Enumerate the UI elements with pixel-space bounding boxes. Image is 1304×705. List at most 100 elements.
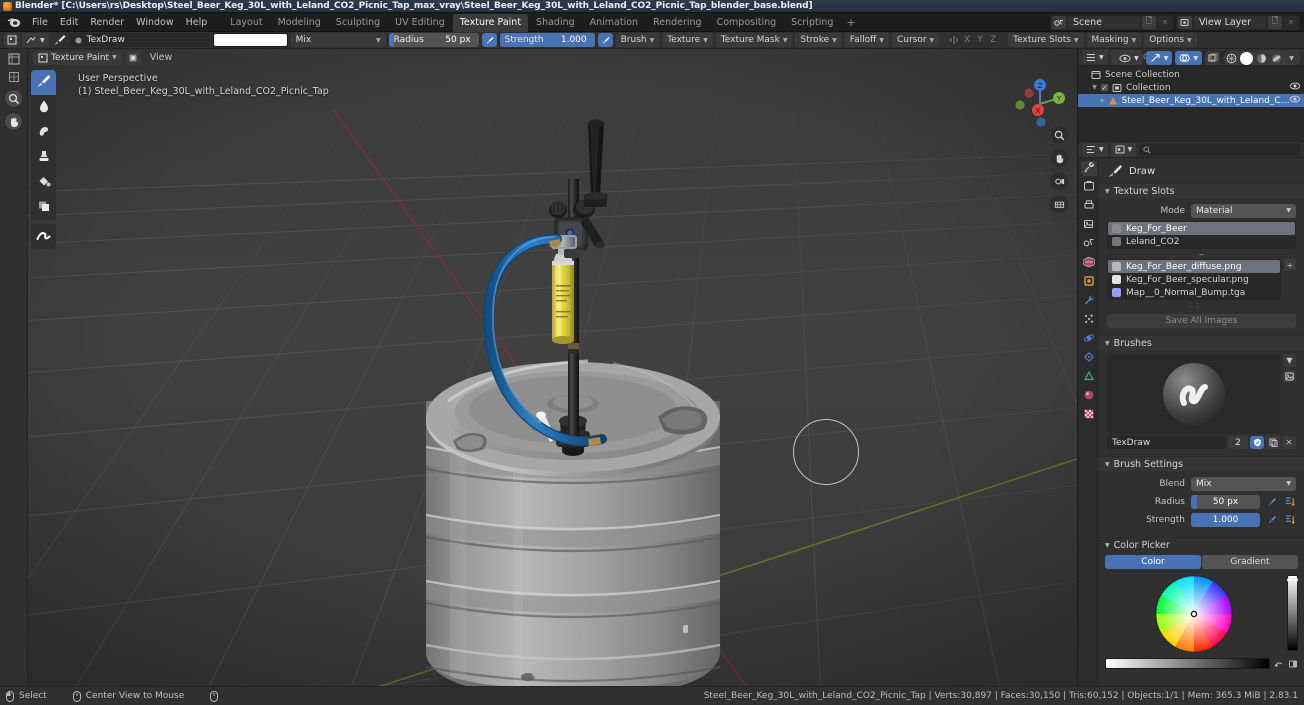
dropdown-falloff[interactable]: Falloff ▼ [844, 33, 889, 47]
outliner-editor-type-icon[interactable]: ▼ [1082, 50, 1108, 64]
add-workspace-button[interactable]: + [841, 13, 860, 32]
visibility-eye-icon[interactable] [1290, 95, 1300, 106]
symmetry-y-button[interactable]: Y [974, 33, 986, 47]
texture-slots-panel-header[interactable]: ▼ Texture Slots [1099, 183, 1304, 198]
mode-dropdown[interactable]: Material ▼ [1191, 203, 1296, 218]
color-value-slider[interactable] [1287, 575, 1298, 651]
tool-tab[interactable] [1080, 161, 1097, 176]
color-history-icon[interactable] [1287, 658, 1298, 669]
brush-preview[interactable] [1107, 354, 1280, 434]
particles-tab[interactable] [1081, 313, 1097, 328]
view-layer-name[interactable]: View Layer [1194, 15, 1266, 29]
outliner-row[interactable]: ▼ ✓ Collection [1078, 81, 1304, 94]
shading-material-preview-button[interactable] [1255, 52, 1268, 65]
dropdown-masking[interactable]: Masking ▼ [1086, 33, 1142, 47]
workspace-tab-sculpting[interactable]: Sculpting [329, 14, 387, 32]
properties-tab-column[interactable] [1078, 158, 1099, 686]
material-slot-item[interactable]: Leland_CO2 [1108, 235, 1295, 248]
camera-icon[interactable] [1050, 172, 1068, 190]
workspace-tab-animation[interactable]: Animation [583, 14, 645, 32]
workspace-tab-scripting[interactable]: Scripting [784, 14, 840, 32]
material-list-resize-grip[interactable]: ━ [1107, 251, 1296, 259]
dropdown-stroke[interactable]: Stroke ▼ [795, 33, 842, 47]
symmetry-x-button[interactable]: X [961, 33, 973, 47]
image-list-resize-grip[interactable]: ⋮⋮ [1107, 302, 1281, 310]
expand-triangle-icon[interactable]: ▶ [1098, 97, 1108, 104]
physics-tab[interactable] [1081, 332, 1097, 347]
material-slot-item[interactable]: Keg_For_Beer [1108, 222, 1295, 235]
properties-search-input[interactable] [1139, 143, 1300, 156]
new-view-layer-button[interactable]: 🗋 [1268, 15, 1282, 29]
object-tab[interactable] [1081, 275, 1097, 290]
texture-tab[interactable] [1081, 408, 1097, 423]
draw-tool[interactable] [31, 70, 56, 95]
pivot-icon[interactable] [125, 50, 141, 65]
menu-window[interactable]: Window [130, 15, 179, 30]
mask-tool[interactable] [31, 195, 56, 220]
blend-mode-dropdown[interactable]: Mix ▼ [290, 33, 386, 47]
strength-slider[interactable]: Strength 1.000 [499, 33, 595, 47]
shading-options-chevron-icon[interactable]: ▼ [1285, 52, 1298, 65]
scene-name[interactable]: Scene [1068, 15, 1140, 29]
brush-datablock-name[interactable]: TexDraw [1107, 436, 1226, 449]
dropdown-options[interactable]: Options ▼ [1144, 33, 1197, 47]
workspace-tab-shading[interactable]: Shading [529, 14, 582, 32]
viewport-3d[interactable] [28, 49, 1077, 686]
soften-tool[interactable] [31, 95, 56, 120]
strength-pressure-icon[interactable] [597, 33, 613, 47]
image-slot-item[interactable]: Map__0_Normal_Bump.tga [1108, 286, 1280, 299]
dropdown-cursor[interactable]: Cursor ▼ [891, 33, 940, 47]
swap-colors-icon[interactable] [1273, 658, 1284, 669]
clone-tool[interactable] [31, 145, 56, 170]
blender-menu-icon[interactable] [6, 15, 22, 29]
color-wheel[interactable] [1150, 575, 1238, 653]
radius-slider[interactable]: Radius 50 px [388, 33, 479, 47]
strength-pressure-icon[interactable] [1266, 513, 1278, 526]
scene-tab[interactable] [1081, 237, 1097, 252]
render-tab[interactable] [1081, 180, 1097, 195]
overlays-icon[interactable]: ▼ [1175, 51, 1202, 65]
workspace-tab-layout[interactable]: Layout [223, 14, 269, 32]
constraints-tab[interactable] [1081, 351, 1097, 366]
properties-editor-type-icon[interactable]: ▼ [1082, 142, 1108, 157]
chevron-down-icon[interactable]: ▼ [1283, 354, 1296, 367]
dropdown-texture[interactable]: Texture ▼ [662, 33, 713, 47]
plus-icon[interactable]: + [1284, 259, 1296, 271]
menu-edit[interactable]: Edit [54, 15, 84, 30]
workspace-tab-modeling[interactable]: Modeling [271, 14, 328, 32]
color-picker-panel-header[interactable]: ▼ Color Picker [1099, 537, 1304, 552]
dropdown-brush[interactable]: Brush ▼ [615, 33, 660, 47]
brush-users-count[interactable]: 2 [1228, 436, 1248, 449]
color-picker-tabs[interactable]: Color Gradient [1105, 555, 1298, 569]
save-all-images-button[interactable]: Save All Images [1107, 314, 1296, 328]
modifier-tab[interactable] [1081, 294, 1097, 309]
expand-triangle-icon[interactable]: ▼ [1089, 84, 1100, 91]
editor-type-icon[interactable] [5, 51, 23, 67]
duplicate-icon[interactable] [1266, 436, 1280, 449]
pan-hand-icon[interactable] [4, 112, 23, 131]
color-value-strip[interactable] [1105, 658, 1270, 669]
ortho-persp-icon[interactable] [1050, 195, 1068, 213]
workspace-tab-rendering[interactable]: Rendering [646, 14, 709, 32]
radius-slider-prop[interactable]: 50 px [1191, 494, 1260, 509]
menu-render[interactable]: Render [84, 15, 130, 30]
shading-mode-group[interactable]: ▼ [1223, 51, 1300, 65]
shading-wireframe-button[interactable] [1225, 52, 1238, 65]
visibility-eye-icon[interactable] [1290, 82, 1300, 93]
brush-color-swatch[interactable] [212, 33, 288, 47]
image-slot-list[interactable]: Keg_For_Beer_diffuse.png Keg_For_Beer_spe… [1107, 259, 1281, 300]
falloff-curve-icon[interactable] [1284, 495, 1296, 508]
uv-editor-icon[interactable] [5, 69, 23, 85]
workspace-tab-texture-paint[interactable]: Texture Paint [452, 13, 529, 32]
color-value-knob[interactable] [1287, 578, 1298, 582]
strength-curve-icon[interactable] [1284, 513, 1296, 526]
symmetry-z-button[interactable]: Z [987, 33, 999, 47]
color-tab-color[interactable]: Color [1105, 555, 1201, 569]
dropdown-texture-slots[interactable]: Texture Slots ▼ [1008, 33, 1084, 47]
brush-name-field[interactable]: TexDraw [69, 33, 210, 47]
output-tab[interactable] [1081, 199, 1097, 214]
viewport-view-menu[interactable]: View [145, 52, 178, 63]
new-image-icon[interactable] [1283, 370, 1296, 383]
shield-check-icon[interactable] [1250, 436, 1264, 449]
shading-solid-button[interactable] [1240, 51, 1253, 65]
